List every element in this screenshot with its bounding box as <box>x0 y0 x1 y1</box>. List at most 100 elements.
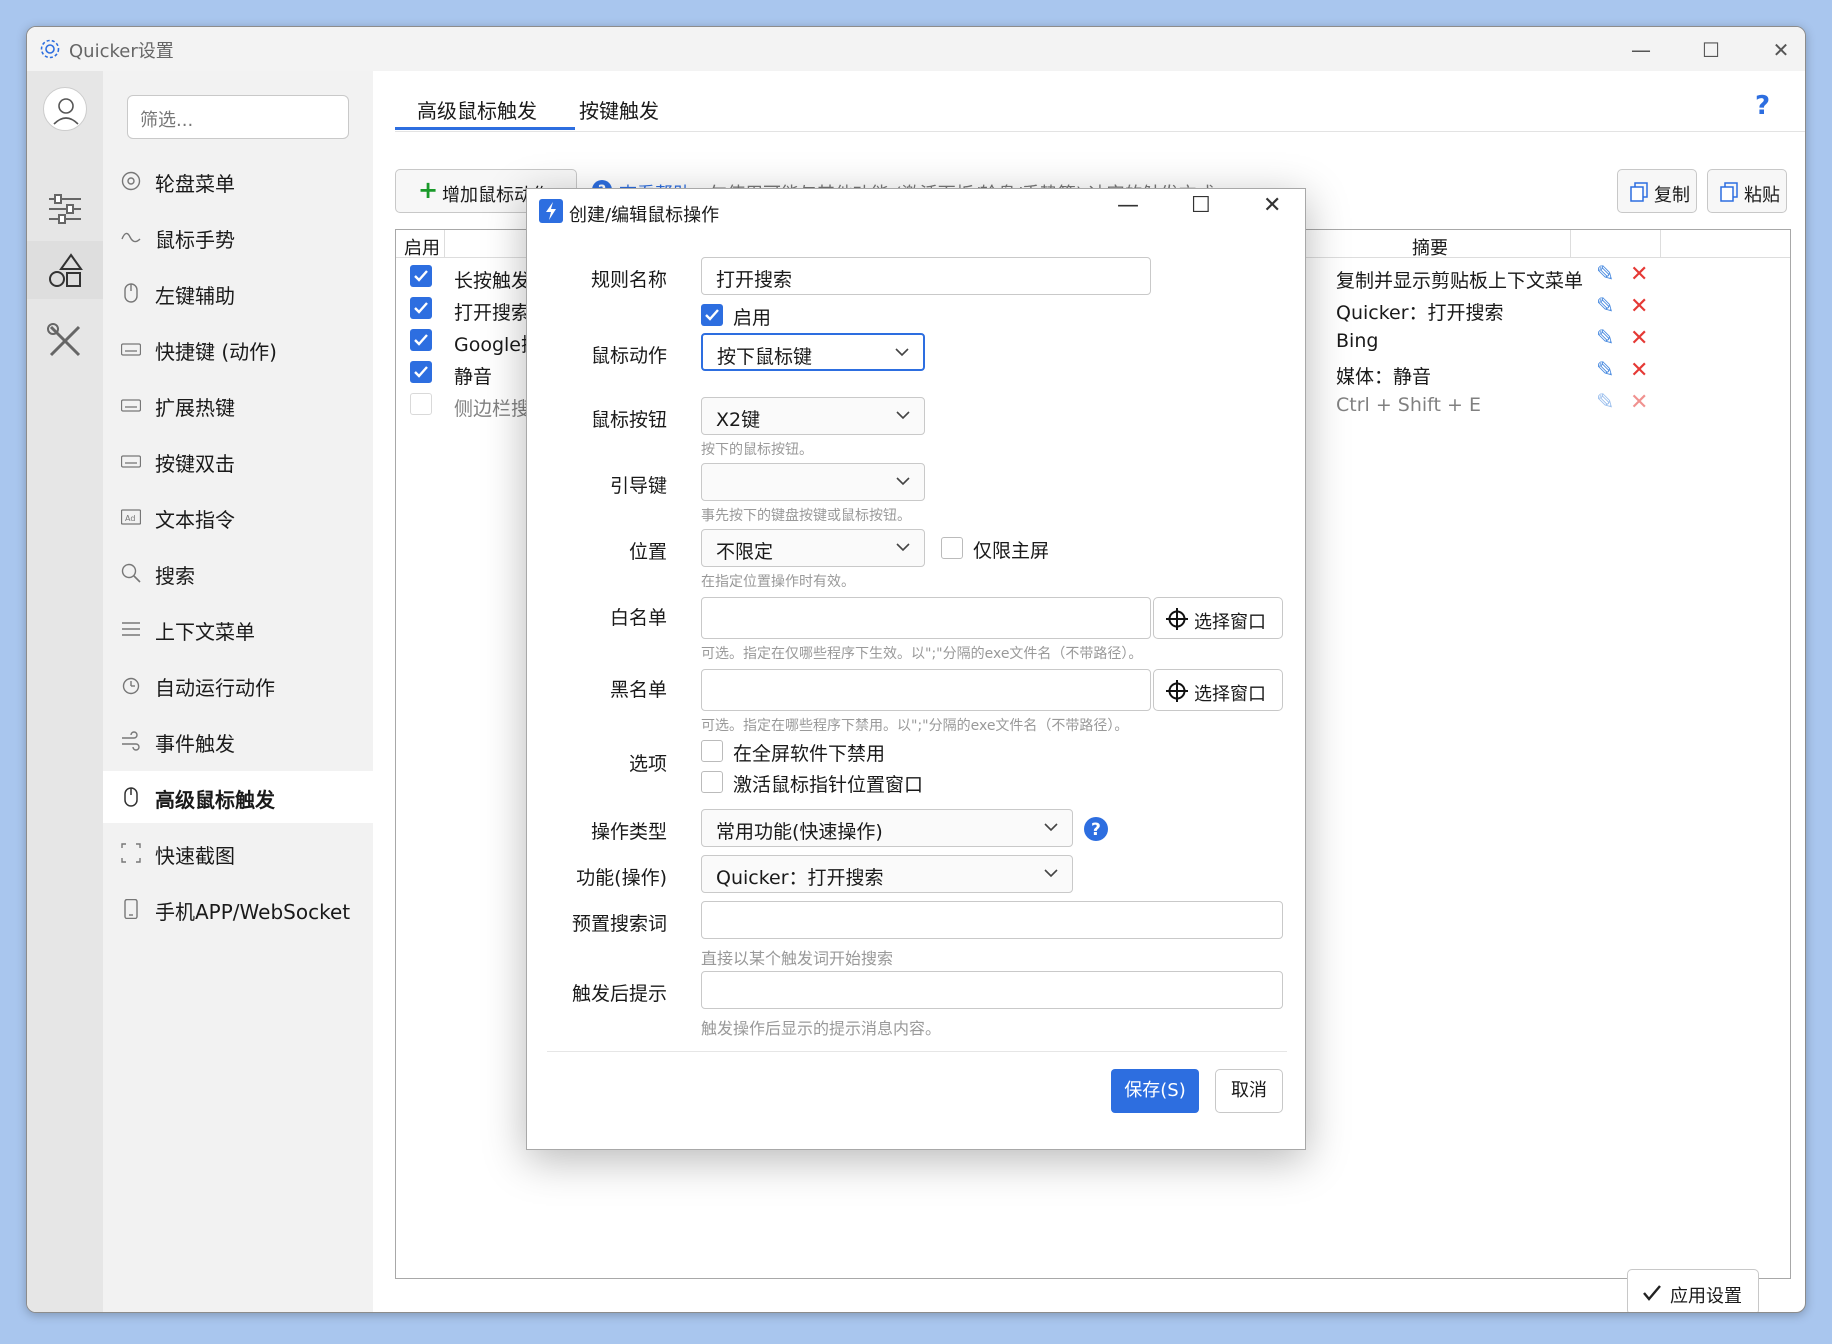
position-hint: 在指定位置操作时有效。 <box>701 574 855 590</box>
help-icon[interactable]: ? <box>1755 91 1770 121</box>
edit-icon[interactable]: ✎ <box>1596 358 1614 383</box>
shapes-icon[interactable] <box>45 251 85 291</box>
sidebar-item-label: 快捷键 (动作) <box>155 340 277 364</box>
chevron-down-icon <box>896 411 910 420</box>
sidebar-item-extended-hotkey[interactable]: 扩展热键 <box>103 379 373 431</box>
row-enable-checkbox[interactable] <box>410 329 432 351</box>
preset-word-hint: 直接以某个触发词开始搜索 <box>701 949 894 968</box>
sidebar-item-double-press[interactable]: 按键双击 <box>103 435 373 487</box>
chevron-down-icon <box>1044 869 1058 878</box>
rule-name-input[interactable]: 打开搜索 <box>701 257 1151 295</box>
tab-key-trigger[interactable]: 按键触发 <box>579 95 659 124</box>
mouse-button-select[interactable]: X2键 <box>701 397 925 435</box>
preset-word-input[interactable] <box>701 901 1283 939</box>
sidebar-item-screenshot[interactable]: 快速截图 <box>103 827 373 879</box>
row-enable-checkbox[interactable] <box>410 361 432 383</box>
avatar-icon <box>53 98 79 125</box>
ad-icon: Ad <box>121 509 141 525</box>
whitelist-input[interactable] <box>701 597 1151 639</box>
blacklist-select-window-button[interactable]: 选择窗口 <box>1153 669 1283 711</box>
help-circle-icon[interactable]: ? <box>1083 816 1109 842</box>
minimize-button[interactable]: — <box>1611 33 1671 67</box>
row-summary: 媒体：静音 <box>1336 366 1432 388</box>
edit-icon[interactable]: ✎ <box>1596 390 1614 415</box>
edit-icon[interactable]: ✎ <box>1596 326 1614 351</box>
sidebar: 筛选... 轮盘菜单 鼠标手势 左键辅助 快捷键 (动作) 扩展热键 按键双击 … <box>103 71 373 1312</box>
row-enable-checkbox[interactable] <box>410 297 432 319</box>
header-summary: 摘要 <box>1412 238 1448 259</box>
dialog-maximize-button[interactable]: ☐ <box>1191 193 1211 218</box>
mouse-button-hint: 按下的鼠标按钮。 <box>701 442 813 458</box>
sidebar-item-event-trigger[interactable]: 事件触发 <box>103 715 373 767</box>
tab-advanced-mouse[interactable]: 高级鼠标触发 <box>417 95 537 124</box>
tools-icon[interactable] <box>45 321 85 361</box>
sidebar-item-left-assist[interactable]: 左键辅助 <box>103 267 373 319</box>
phone-icon <box>124 899 138 919</box>
sidebar-item-advanced-mouse[interactable]: 高级鼠标触发 <box>103 771 373 823</box>
edit-icon[interactable]: ✎ <box>1596 294 1614 319</box>
sidebar-item-phone-app[interactable]: 手机APP/WebSocket <box>103 883 373 935</box>
position-select[interactable]: 不限定 <box>701 529 925 567</box>
close-button[interactable]: ✕ <box>1751 33 1805 67</box>
edit-icon[interactable]: ✎ <box>1596 262 1614 287</box>
op-type-select[interactable]: 常用功能(快速操作) <box>701 809 1073 847</box>
enabled-checkbox[interactable] <box>701 304 723 326</box>
dialog-minimize-button[interactable]: — <box>1117 193 1139 218</box>
fullscreen-disable-checkbox[interactable] <box>701 740 723 762</box>
lead-key-select[interactable] <box>701 463 925 501</box>
sidebar-item-label: 手机APP/WebSocket <box>155 900 351 924</box>
after-tip-input[interactable] <box>701 971 1283 1009</box>
function-select[interactable]: Quicker：打开搜索 <box>701 855 1073 893</box>
tab-divider <box>395 131 1805 132</box>
chevron-down-icon <box>896 477 910 486</box>
copy-button[interactable]: 复制 <box>1617 169 1697 213</box>
sidebar-item-mouse-gesture[interactable]: 鼠标手势 <box>103 211 373 263</box>
keyboard-icon <box>121 455 141 468</box>
op-type-value: 常用功能(快速操作) <box>716 821 883 843</box>
sidebar-item-hotkey-action[interactable]: 快捷键 (动作) <box>103 323 373 375</box>
row-enable-checkbox[interactable] <box>410 265 432 287</box>
wind-icon <box>122 731 140 751</box>
delete-icon[interactable]: ✕ <box>1630 358 1648 383</box>
header-divider <box>1660 230 1661 258</box>
blacklist-hint: 可选。指定在哪些程序下禁用。以";"分隔的exe文件名（不带路径）。 <box>701 718 1129 734</box>
gesture-icon <box>121 232 141 243</box>
after-tip-hint: 触发操作后显示的提示消息内容。 <box>701 1019 942 1038</box>
svg-text:?: ? <box>1091 820 1101 840</box>
copy-icon <box>1630 182 1648 202</box>
row-enable-checkbox[interactable] <box>410 393 432 415</box>
maximize-button[interactable]: ☐ <box>1681 33 1741 67</box>
sidebar-item-label: 搜索 <box>155 564 195 588</box>
sidebar-item-wheel-menu[interactable]: 轮盘菜单 <box>103 155 373 207</box>
activate-window-checkbox[interactable] <box>701 771 723 793</box>
avatar[interactable] <box>43 87 87 131</box>
delete-icon[interactable]: ✕ <box>1630 326 1648 351</box>
delete-icon[interactable]: ✕ <box>1630 262 1648 287</box>
delete-icon[interactable]: ✕ <box>1630 390 1648 415</box>
title-bar[interactable]: Quicker设置 — ☐ ✕ <box>27 27 1805 71</box>
activate-window-label: 激活鼠标指针位置窗口 <box>733 774 924 796</box>
delete-icon[interactable]: ✕ <box>1630 294 1648 319</box>
sidebar-item-context-menu[interactable]: 上下文菜单 <box>103 603 373 655</box>
lead-key-label: 引导键 <box>609 475 667 497</box>
sidebar-item-auto-run[interactable]: 自动运行动作 <box>103 659 373 711</box>
primary-screen-checkbox[interactable] <box>941 537 963 559</box>
blacklist-input[interactable] <box>701 669 1151 711</box>
sidebar-item-text-command[interactable]: Ad 文本指令 <box>103 491 373 543</box>
crosshair-icon <box>1166 608 1188 630</box>
cancel-button[interactable]: 取消 <box>1215 1069 1283 1113</box>
function-value: Quicker：打开搜索 <box>716 867 884 889</box>
dialog-close-button[interactable]: ✕ <box>1263 193 1281 218</box>
sidebar-item-search[interactable]: 搜索 <box>103 547 373 599</box>
row-summary: 复制并显示剪贴板上下文菜单 <box>1336 270 1584 292</box>
apply-settings-button[interactable]: 应用设置 <box>1627 1269 1759 1312</box>
paste-button[interactable]: 粘贴 <box>1707 169 1787 213</box>
whitelist-select-window-button[interactable]: 选择窗口 <box>1153 597 1283 639</box>
filter-input[interactable]: 筛选... <box>127 95 349 139</box>
sliders-icon[interactable] <box>45 189 85 229</box>
rule-name-label: 规则名称 <box>590 269 667 291</box>
check-icon <box>1643 1285 1661 1301</box>
mouse-action-select[interactable]: 按下鼠标键 <box>701 333 925 371</box>
save-button[interactable]: 保存(S) <box>1111 1069 1199 1113</box>
edit-mouse-action-dialog: 创建/编辑鼠标操作 — ☐ ✕ 规则名称 打开搜索 启用 鼠标动作 按下鼠标键 … <box>526 188 1306 1150</box>
